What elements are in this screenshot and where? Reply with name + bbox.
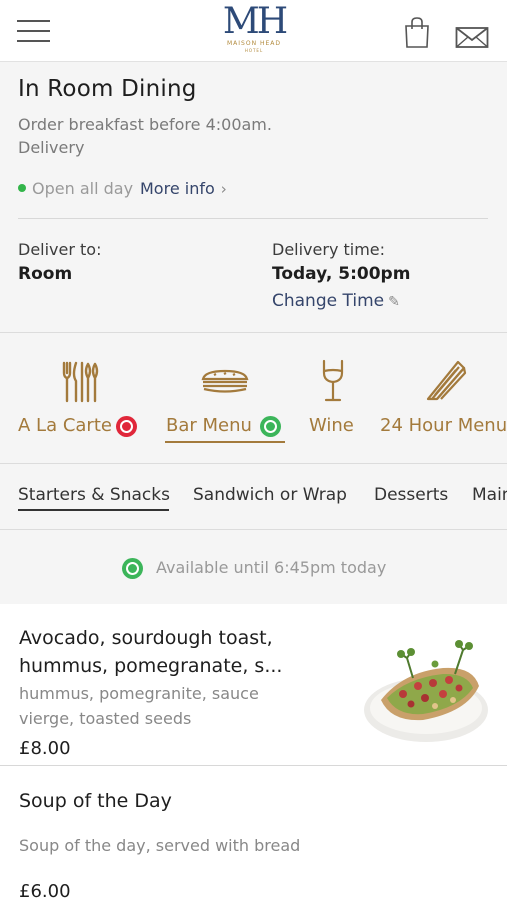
deliver-to-label: Deliver to: xyxy=(18,240,102,259)
hamburger-line xyxy=(17,40,50,42)
category-bar-menu[interactable]: Bar Menu xyxy=(150,333,295,463)
category-label: Bar Menu xyxy=(166,415,252,436)
more-info-link[interactable]: More info › xyxy=(140,179,227,198)
change-time-label: Change Time xyxy=(272,291,385,311)
category-24-hour-menu[interactable]: 24 Hour Menu xyxy=(375,333,507,463)
shopping-bag-icon[interactable] xyxy=(403,16,431,48)
item-description-line: Soup of the day, served with bread xyxy=(19,836,301,855)
selected-subtab-underline xyxy=(18,509,169,511)
item-name-line: hummus, pomegranate, s... xyxy=(19,655,283,677)
logo-text: MAISON HEAD xyxy=(226,40,281,47)
top-bar: MH MAISON HEAD HOTEL xyxy=(0,0,507,62)
cutlery-icon xyxy=(62,361,99,403)
unavailable-clock-icon xyxy=(116,416,137,437)
logo-sub: HOTEL xyxy=(244,48,264,53)
subtab-starters-snacks[interactable]: Starters & Snacks xyxy=(18,485,170,505)
item-description-line: hummus, pomegranite, sauce xyxy=(19,684,259,703)
subtab-sandwich-wrap[interactable]: Sandwich or Wrap xyxy=(193,485,347,505)
hamburger-line xyxy=(17,30,50,32)
available-clock-icon xyxy=(260,416,281,437)
envelope-icon[interactable] xyxy=(455,25,489,49)
item-description-line: vierge, toasted seeds xyxy=(19,709,192,728)
availability-text: Available until 6:45pm today xyxy=(156,558,387,577)
subtab-desserts[interactable]: Desserts xyxy=(374,485,448,505)
delivery-time-value: Today, 5:00pm xyxy=(272,264,411,284)
menu-category-bar: A La Carte Bar Menu Wine 24 Hour Menu xyxy=(0,332,507,464)
category-label: Wine xyxy=(309,415,354,436)
delivery-time-label: Delivery time: xyxy=(272,240,386,259)
category-a-la-carte[interactable]: A La Carte xyxy=(0,333,150,463)
category-label: 24 Hour Menu xyxy=(380,415,507,436)
wine-glass-icon xyxy=(322,359,344,402)
menu-item[interactable]: Avocado, sourdough toast, hummus, pomegr… xyxy=(0,604,507,766)
available-clock-icon xyxy=(122,558,143,579)
service-type: Delivery xyxy=(18,138,85,157)
hamburger-menu-icon[interactable] xyxy=(17,19,50,43)
availability-banner: Available until 6:45pm today xyxy=(0,530,507,604)
hotel-logo[interactable]: MH MAISON HEAD HOTEL xyxy=(216,4,292,56)
item-price: £8.00 xyxy=(19,738,71,759)
change-time-link[interactable]: Change Time ✎ xyxy=(272,291,400,311)
more-info-label: More info xyxy=(140,179,215,198)
item-price: £6.00 xyxy=(19,881,71,900)
open-status: Open all day xyxy=(18,179,133,198)
avocado-toast-photo xyxy=(363,628,489,746)
selected-category-underline xyxy=(165,441,285,443)
category-label: A La Carte xyxy=(18,415,112,436)
order-note: Order breakfast before 4:00am. xyxy=(18,115,272,134)
subcategory-tabs: Starters & Snacks Sandwich or Wrap Desse… xyxy=(0,464,507,530)
item-name-line: Avocado, sourdough toast, xyxy=(19,627,273,649)
logo-mark: MH xyxy=(222,1,288,42)
page-title: In Room Dining xyxy=(18,76,197,102)
hamburger-line xyxy=(17,20,50,22)
category-wine[interactable]: Wine xyxy=(295,333,375,463)
menu-item[interactable]: Soup of the Day Soup of the day, served … xyxy=(0,767,507,900)
dining-info-panel: In Room Dining Order breakfast before 4:… xyxy=(0,62,507,332)
sandwich-icon xyxy=(201,369,249,393)
item-name-line: Soup of the Day xyxy=(19,790,172,812)
deliver-to-value: Room xyxy=(18,264,73,284)
subtab-mains[interactable]: Mains xyxy=(472,485,507,505)
pencil-icon: ✎ xyxy=(388,294,400,310)
chevron-right-icon: › xyxy=(220,180,227,198)
divider xyxy=(18,218,488,219)
open-status-text: Open all day xyxy=(32,179,134,198)
open-status-dot-icon xyxy=(18,184,26,192)
sandwich-wedge-icon xyxy=(426,360,467,401)
